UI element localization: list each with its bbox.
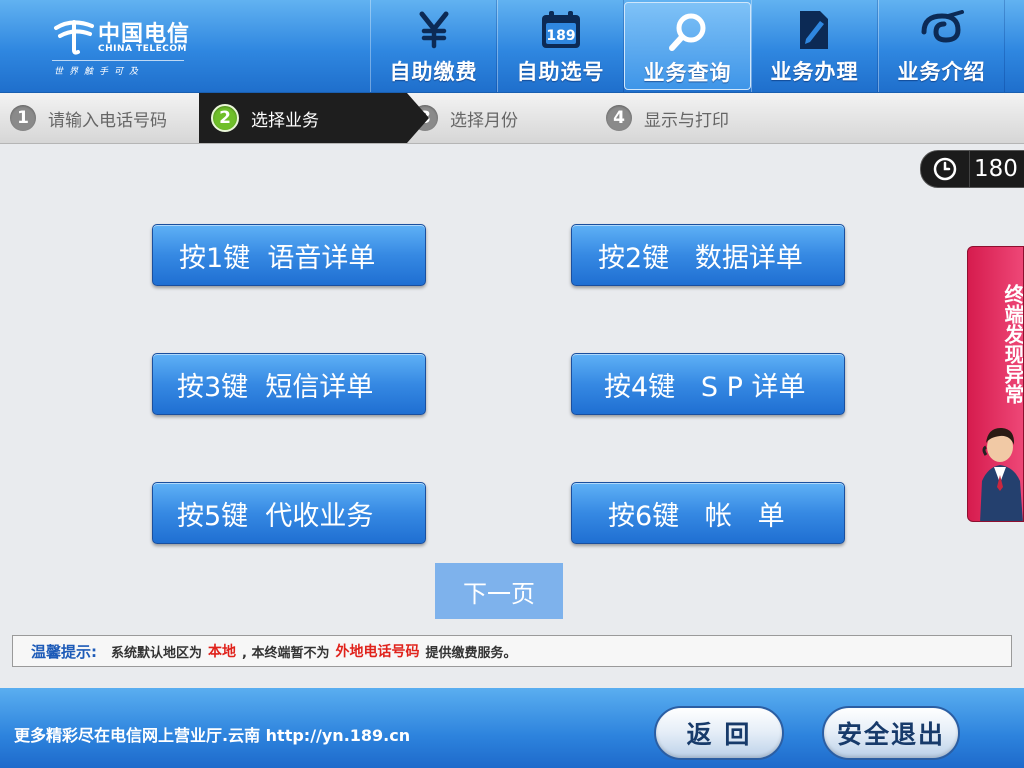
next-page-button[interactable]: 下一页 bbox=[435, 563, 563, 619]
svg-text:189: 189 bbox=[546, 28, 575, 44]
step-number: 4 bbox=[606, 105, 632, 131]
notice-title: 温馨提示: bbox=[31, 642, 97, 661]
nav-label: 业务查询 bbox=[643, 61, 732, 85]
report-issue-label: 终端发现异常 bbox=[1001, 284, 1024, 404]
notice-text: 提供缴费服务。 bbox=[425, 645, 517, 661]
step-number: 2 bbox=[211, 104, 239, 132]
step-select-service: 2 选择业务 bbox=[199, 93, 407, 143]
option-sms-detail-button[interactable]: 按3键 短信详单 bbox=[152, 353, 426, 415]
nav-label: 业务办理 bbox=[770, 60, 859, 84]
nav-service-intro[interactable]: 业务介绍 bbox=[878, 0, 1005, 92]
footer-website-text: 更多精彩尽在电信网上营业厅.云南 http://yn.189.cn bbox=[14, 726, 411, 745]
step-number: 1 bbox=[10, 105, 36, 131]
telecom-logo-icon bbox=[54, 20, 94, 55]
logo-slogan: 世界触手可及 bbox=[54, 67, 145, 77]
logo-english-name: CHINA TELECOM bbox=[98, 44, 187, 54]
telecom-swirl-icon bbox=[921, 10, 964, 43]
back-button[interactable]: 返 回 bbox=[654, 706, 784, 760]
progress-steps: 1 请输入电话号码 2 选择业务 3 选择月份 4 显示与打印 bbox=[0, 93, 1024, 144]
step-label: 选择月份 bbox=[450, 110, 518, 131]
nav-label: 自助选号 bbox=[516, 60, 605, 84]
magnifier-icon bbox=[668, 13, 705, 51]
clock-icon bbox=[933, 157, 957, 181]
bottom-footer: 更多精彩尽在电信网上营业厅.云南 http://yn.189.cn 返 回 安全… bbox=[0, 688, 1024, 768]
active-step-arrow bbox=[407, 93, 429, 143]
notice-text: , 本终端暂不为 bbox=[242, 645, 330, 661]
nav-service-handling[interactable]: 业务办理 bbox=[751, 0, 878, 92]
main-nav: 自助缴费 189 自助选号 业务查询 业务办理 业务介绍 bbox=[370, 0, 1005, 92]
option-bill-button[interactable]: 按6键 帐 单 bbox=[571, 482, 845, 544]
customer-service-agent-icon bbox=[980, 427, 1023, 521]
step-label: 选择业务 bbox=[251, 110, 319, 131]
document-pen-icon bbox=[799, 11, 828, 49]
timer-value: 180 bbox=[969, 151, 1018, 187]
nav-self-payment[interactable]: 自助缴费 bbox=[370, 0, 497, 92]
nav-service-query[interactable]: 业务查询 bbox=[624, 2, 751, 90]
top-header: 中国电信 CHINA TELECOM 世界触手可及 自助缴费 189 自助选号 … bbox=[0, 0, 1024, 93]
countdown-timer: 180 bbox=[920, 150, 1024, 188]
nav-self-number-select[interactable]: 189 自助选号 bbox=[497, 0, 624, 92]
notice-highlight-nonlocal: 外地电话号码 bbox=[335, 644, 420, 660]
china-telecom-logo: 中国电信 CHINA TELECOM 世界触手可及 bbox=[52, 14, 192, 80]
nav-label: 自助缴费 bbox=[389, 60, 478, 84]
option-data-detail-button[interactable]: 按2键 数据详单 bbox=[571, 224, 845, 286]
notice-bar: 温馨提示: 系统默认地区为 本地 , 本终端暂不为 外地电话号码 提供缴费服务。 bbox=[12, 635, 1012, 667]
option-sp-detail-button[interactable]: 按4键 S P 详单 bbox=[571, 353, 845, 415]
yen-icon bbox=[419, 11, 448, 49]
report-terminal-issue-panel[interactable]: 终端发现异常 bbox=[967, 246, 1024, 522]
step-display-print: 4 显示与打印 bbox=[606, 93, 729, 143]
step-label: 显示与打印 bbox=[644, 110, 729, 131]
nav-label: 业务介绍 bbox=[897, 60, 986, 84]
option-collection-service-button[interactable]: 按5键 代收业务 bbox=[152, 482, 426, 544]
step-label: 请输入电话号码 bbox=[48, 110, 167, 131]
safe-exit-button[interactable]: 安全退出 bbox=[822, 706, 960, 760]
option-voice-detail-button[interactable]: 按1键 语音详单 bbox=[152, 224, 426, 286]
logo-divider bbox=[52, 60, 184, 61]
notice-text: 系统默认地区为 bbox=[111, 645, 203, 661]
step-enter-phone: 1 请输入电话号码 bbox=[10, 93, 167, 143]
notice-highlight-local: 本地 bbox=[208, 644, 237, 660]
calendar-189-icon: 189 bbox=[541, 11, 580, 48]
